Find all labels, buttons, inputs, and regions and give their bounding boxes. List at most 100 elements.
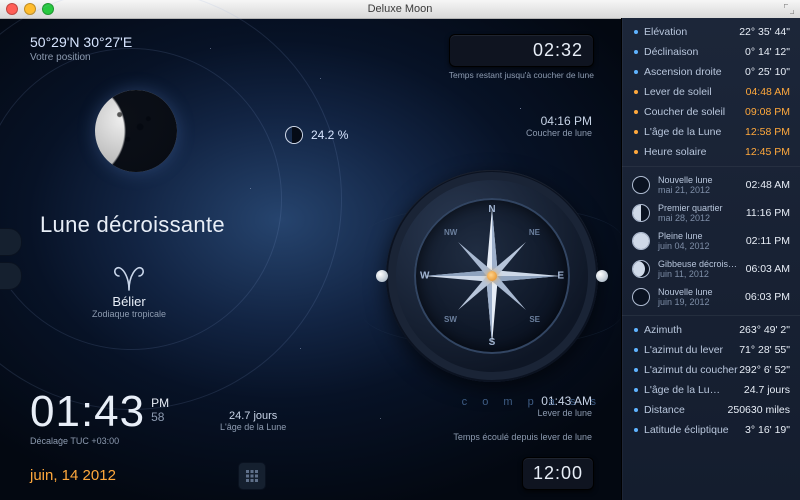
panel-row-value: 09:08 PM [745, 106, 790, 118]
moon-phase-icon [285, 126, 303, 144]
panel-row[interactable]: Déclinaison 0° 14' 12" [622, 42, 800, 62]
clock-seconds: 58 [151, 410, 169, 424]
phase-date: juin 11, 2012 [658, 269, 738, 279]
panel-row-label: Lever de soleil [644, 86, 712, 98]
illumination-readout: 24.2 % [285, 126, 348, 144]
zodiac-name: Bélier [92, 294, 166, 309]
panel-row-value: 12:45 PM [745, 146, 790, 158]
aries-icon [112, 262, 146, 292]
moonrise-sub: Temps écoulé depuis lever de lune [453, 432, 592, 442]
moonrise-caption: Lever de lune [453, 408, 592, 418]
panel-row[interactable]: L'azimut du lever71° 28' 55" [622, 340, 800, 360]
panel-row-value: 22° 35' 44" [739, 26, 790, 38]
panel-row-label: Latitude écliptique [644, 424, 729, 436]
panel-row[interactable]: Distance 250630 miles [622, 400, 800, 420]
panel-section-extra: Azimuth263° 49' 2"L'azimut du lever71° 2… [622, 315, 800, 444]
illumination-value: 24.2 % [311, 128, 348, 142]
panel-row[interactable]: Coucher de soleil 09:08 PM [622, 102, 800, 122]
clock-ampm: PM [151, 396, 169, 410]
phase-row[interactable]: Nouvelle lunemai 21, 2012 02:48 AM [622, 171, 800, 199]
phase-name: Nouvelle lune [658, 287, 737, 297]
panel-section-phases: Nouvelle lunemai 21, 201202:48 AMPremier… [622, 166, 800, 315]
phase-row[interactable]: Pleine lunejuin 04, 201202:11 PM [622, 227, 800, 255]
phase-time: 02:48 AM [746, 179, 790, 191]
main-stage: 50°29'N 30°27'E Votre position 02:32 Tem… [0, 18, 622, 500]
moon-phase-icon [632, 204, 650, 222]
local-clock: 01:43 PM 58 [30, 390, 169, 434]
moon-phase-icon [632, 176, 650, 194]
position-coords: 50°29'N 30°27'E [30, 34, 132, 50]
phase-row[interactable]: Nouvelle lunejuin 19, 2012 06:03 PM [622, 283, 800, 311]
zodiac-block[interactable]: Bélier Zodiaque tropicale [92, 262, 166, 319]
moonset-time-block: 04:16 PM Coucher de lune [526, 114, 592, 138]
current-date[interactable]: juin, 14 2012 [30, 467, 116, 484]
panel-row-label: L'azimut du coucher [644, 364, 738, 376]
phase-time: 06:03 PM [745, 291, 790, 303]
compass[interactable]: N S E W NE NW SE SW c o m p a [362, 146, 622, 406]
panel-row-value: 04:48 AM [746, 86, 790, 98]
phase-name: Pleine lune [658, 231, 738, 241]
calendar-button[interactable] [238, 462, 266, 490]
panel-row-label: Coucher de soleil [644, 106, 725, 118]
time-until-moonset-caption: Temps restant jusqu'à coucher de lune [449, 70, 594, 80]
panel-row-value: 71° 28' 55" [739, 344, 790, 356]
moonset-caption: Coucher de lune [526, 128, 592, 138]
time-until-moonset-chip: 02:32 [449, 34, 594, 67]
moon-age-value: 24.7 jours [229, 410, 277, 422]
grid-icon [245, 469, 259, 483]
panel-row[interactable]: Azimuth263° 49' 2" [622, 320, 800, 340]
utc-offset: Décalage TUC +03:00 [30, 436, 119, 446]
info-panel[interactable]: Elévation 22° 35' 44" Déclinaison 0° 14' 12… [621, 18, 800, 500]
close-icon[interactable] [6, 3, 18, 15]
phase-date: juin 19, 2012 [658, 297, 737, 307]
position-readout: 50°29'N 30°27'E Votre position [30, 34, 132, 63]
panel-row-label: Heure solaire [644, 146, 706, 158]
panel-section-astro: Elévation 22° 35' 44" Déclinaison 0° 14' 12… [622, 18, 800, 166]
panel-row[interactable]: Latitude écliptique3° 16' 19" [622, 420, 800, 440]
phase-name: Premier quartier [658, 203, 738, 213]
clock-hhmm: 01:43 [30, 390, 145, 434]
panel-row-value: 12:58 PM [745, 126, 790, 138]
panel-row[interactable]: Lever de soleil 04:48 AM [622, 82, 800, 102]
panel-row[interactable]: Elévation 22° 35' 44" [622, 22, 800, 42]
phase-date: juin 04, 2012 [658, 241, 738, 251]
moon-age-block: 24.7 jours L'âge de la Lune [220, 410, 286, 432]
phase-date: mai 21, 2012 [658, 185, 738, 195]
panel-row[interactable]: L'azimut du coucher292° 6' 52" [622, 360, 800, 380]
moon-phase-icon [632, 288, 650, 306]
panel-row-label: Déclinaison [644, 46, 698, 58]
phase-name: Nouvelle lune [658, 175, 738, 185]
phase-name: Lune décroissante [40, 212, 225, 238]
moonset-time: 04:16 PM [541, 114, 592, 128]
phase-row[interactable]: Premier quartiermai 28, 2012 11:16 PM [622, 199, 800, 227]
compass-knob-right[interactable] [596, 270, 608, 282]
moon-graphic[interactable] [95, 90, 177, 172]
phase-name: Gibbeuse décroissante [658, 259, 738, 269]
fullscreen-icon[interactable] [784, 4, 794, 14]
phase-row[interactable]: Gibbeuse décroissantejuin 11, 2012 06:03 … [622, 255, 800, 283]
phase-time: 11:16 PM [746, 207, 790, 219]
phase-date: mai 28, 2012 [658, 213, 738, 223]
panel-row[interactable]: Heure solaire 12:45 PM [622, 142, 800, 162]
panel-row[interactable]: L'âge de la Lune12:58 PM [622, 122, 800, 142]
panel-row-value: 0° 25' 10" [745, 66, 790, 78]
phase-time: 06:03 AM [746, 263, 790, 275]
elapsed-since-moonrise-chip: 12:00 [522, 457, 594, 490]
zodiac-caption: Zodiaque tropicale [92, 309, 166, 319]
panel-row-label: Azimuth [644, 324, 682, 336]
panel-row-label: Distance [644, 404, 685, 416]
panel-row-value: 24.7 jours [744, 384, 790, 396]
compass-knob-left[interactable] [376, 270, 388, 282]
moon-phase-icon [632, 260, 650, 278]
panel-row-label: L'âge de la Lu… [644, 384, 720, 396]
panel-row-value: 250630 miles [728, 404, 790, 416]
compass-label: c o m p a s s [462, 396, 602, 408]
panel-row[interactable]: Ascension droite0° 25' 10" [622, 62, 800, 82]
panel-row-value: 0° 14' 12" [745, 46, 790, 58]
panel-row-value: 292° 6' 52" [739, 364, 790, 376]
compass-hub [487, 271, 497, 281]
moon-age-caption: L'âge de la Lune [220, 422, 286, 432]
position-caption: Votre position [30, 52, 132, 63]
panel-row[interactable]: L'âge de la Lu… 24.7 jours [622, 380, 800, 400]
panel-row-label: Elévation [644, 26, 687, 38]
